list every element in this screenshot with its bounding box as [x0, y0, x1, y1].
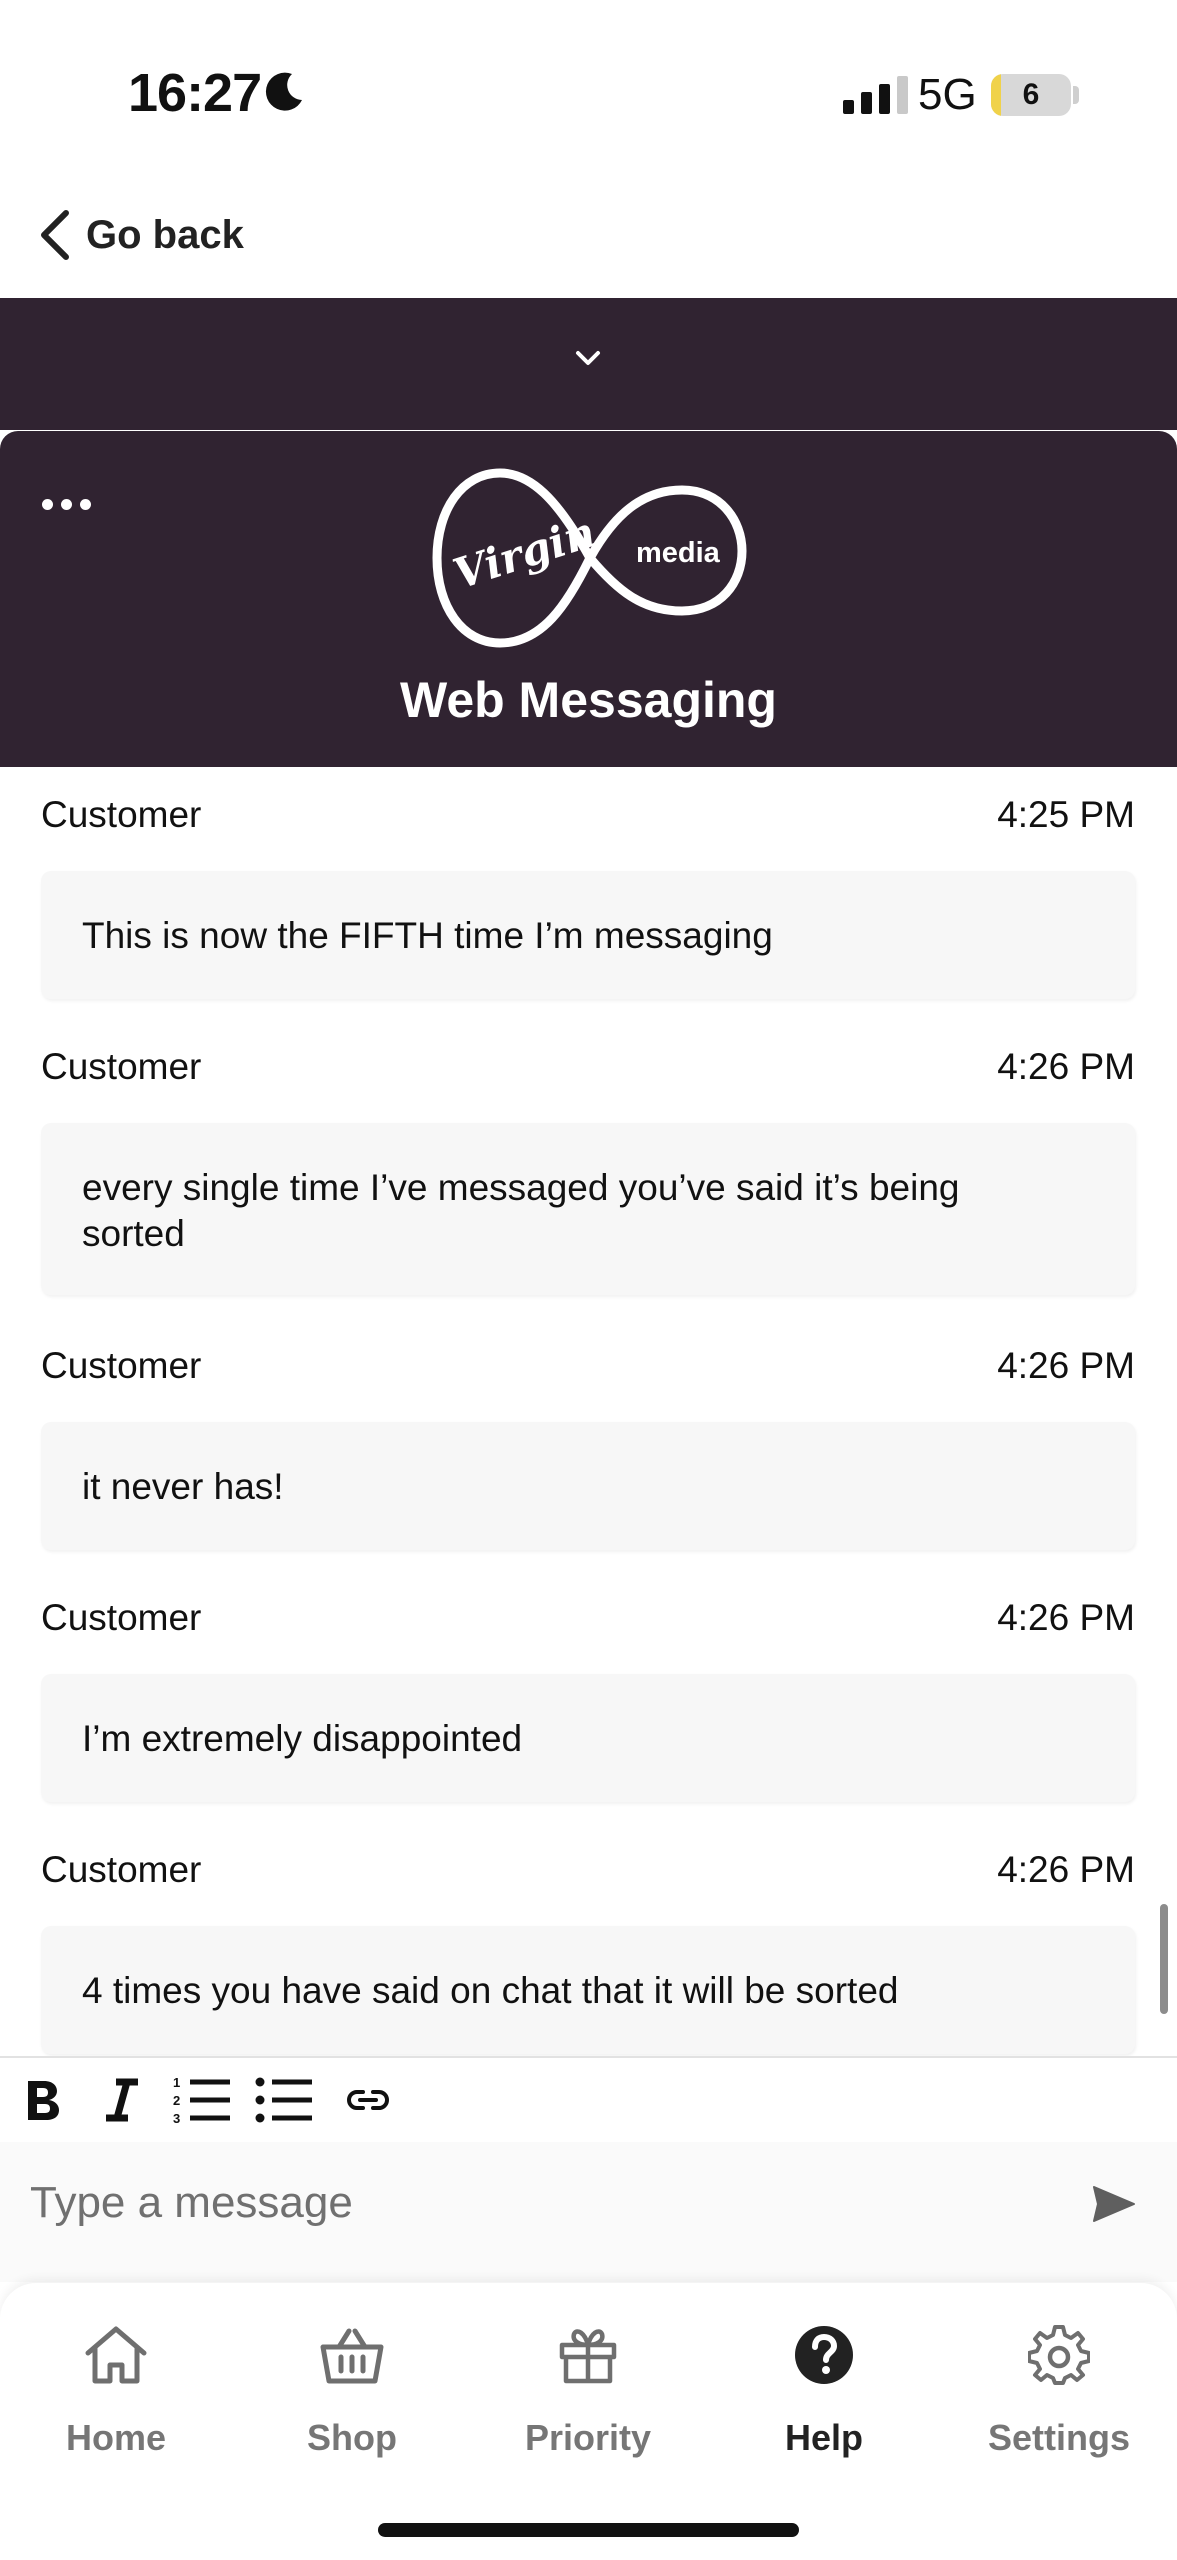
message-time: 4:26 PM [997, 1849, 1135, 1890]
message-header: Customer 4:25 PM [41, 788, 1135, 838]
help-icon [788, 2319, 860, 2391]
gear-icon [1023, 2319, 1095, 2391]
nav-label: Priority [524, 2417, 652, 2458]
bottom-navigation: Home Shop Priority Help Settings [0, 2283, 1177, 2560]
message-text: I’m extremely disappointed [82, 1718, 523, 1759]
compose-area [0, 2142, 1177, 2282]
nav-label: Settings [987, 2417, 1130, 2458]
message-sender: Customer [41, 1345, 202, 1386]
numbered-list-icon: 1 2 3 [173, 2075, 230, 2126]
message-text: 4 times you have said on chat that it wi… [82, 1970, 899, 2011]
network-type: 5G [918, 70, 977, 119]
message-header: Customer 4:26 PM [41, 1040, 1135, 1090]
chevron-left-icon [41, 210, 69, 260]
nav-item-shop[interactable]: Shop [252, 2319, 452, 2469]
cellular-signal-icon [843, 76, 908, 114]
message-bubble: 4 times you have said on chat that it wi… [41, 1926, 1135, 2054]
nav-label: Home [65, 2417, 167, 2458]
bullet-list-icon [255, 2077, 312, 2123]
message-header: Customer 4:26 PM [41, 1591, 1135, 1641]
battery-cap [1073, 86, 1079, 104]
message-time: 4:25 PM [997, 794, 1135, 835]
nav-item-help[interactable]: Help [724, 2319, 924, 2469]
battery-icon: 6 [991, 74, 1071, 116]
chevron-down-icon[interactable] [570, 346, 606, 370]
nav-item-home[interactable]: Home [16, 2319, 216, 2469]
nav-label: Help [784, 2417, 863, 2458]
bold-icon [28, 2081, 59, 2120]
nav-item-settings[interactable]: Settings [959, 2319, 1159, 2469]
italic-icon [106, 2078, 138, 2122]
logo-text-media: media [636, 537, 721, 569]
message-list[interactable]: Customer 4:25 PM This is now the FIFTH t… [0, 768, 1177, 2056]
message-time: 4:26 PM [997, 1046, 1135, 1087]
message-bubble: every single time I’ve messaged you’ve s… [41, 1123, 1135, 1295]
gift-icon [552, 2319, 624, 2391]
message-sender: Customer [41, 1597, 202, 1638]
link-icon [347, 2090, 389, 2110]
battery-level: 6 [1022, 78, 1040, 111]
basket-icon [316, 2319, 388, 2391]
more-options-icon[interactable] [42, 491, 92, 517]
svg-text:2: 2 [173, 2093, 180, 2108]
message-header: Customer 4:26 PM [41, 1843, 1135, 1893]
message-text: every single time I’ve messaged you’ve s… [82, 1167, 960, 1254]
go-back-label: Go back [86, 212, 244, 257]
message-header: Customer 4:26 PM [41, 1339, 1135, 1389]
svg-text:1: 1 [173, 2075, 180, 2090]
minimize-chat-bar[interactable] [0, 298, 1177, 430]
message-text: This is now the FIFTH time I’m messaging [82, 915, 773, 956]
message-input[interactable] [28, 2166, 1032, 2240]
formatting-toolbar: 1 2 3 [0, 2056, 1177, 2144]
numbered-list-button[interactable]: 1 2 3 [172, 2072, 232, 2128]
message-sender: Customer [41, 794, 202, 835]
message-bubble: This is now the FIFTH time I’m messaging [41, 871, 1135, 999]
home-indicator[interactable] [378, 2523, 799, 2537]
link-button[interactable] [338, 2072, 398, 2128]
moon-icon [265, 72, 302, 111]
message-time: 4:26 PM [997, 1597, 1135, 1638]
scrollbar[interactable] [1160, 1904, 1168, 2014]
message-text: it never has! [82, 1466, 284, 1507]
message-bubble: I’m extremely disappointed [41, 1674, 1135, 1802]
message-sender: Customer [41, 1046, 202, 1087]
send-icon [1093, 2186, 1135, 2222]
widget-title: Web Messaging [400, 672, 777, 728]
nav-label: Shop [307, 2417, 397, 2458]
italic-button[interactable] [92, 2072, 152, 2128]
go-back-button[interactable]: Go back [36, 200, 244, 270]
virgin-media-logo: Virgin media [432, 468, 747, 648]
message-sender: Customer [41, 1849, 202, 1890]
send-button[interactable] [1084, 2174, 1144, 2234]
message-time: 4:26 PM [997, 1345, 1135, 1386]
nav-item-priority[interactable]: Priority [488, 2319, 688, 2469]
bold-button[interactable] [12, 2072, 72, 2128]
home-icon [80, 2319, 152, 2391]
status-bar: 16:27 5G 6 [0, 0, 1177, 190]
messaging-header: Virgin media Web Messaging [0, 431, 1177, 767]
bullet-list-button[interactable] [254, 2072, 314, 2128]
status-time: 16:27 [128, 63, 262, 123]
message-bubble: it never has! [41, 1422, 1135, 1550]
svg-text:3: 3 [173, 2111, 180, 2126]
